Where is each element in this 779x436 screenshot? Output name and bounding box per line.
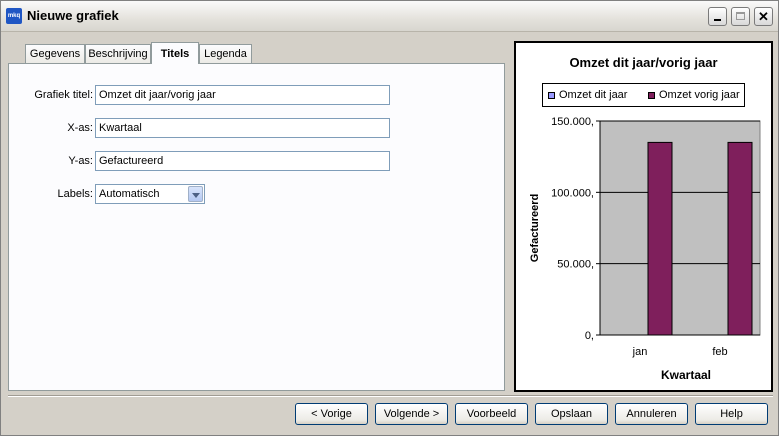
xaxis-label: X-as:: [67, 122, 93, 134]
tab-beschrijving[interactable]: Beschrijving: [85, 44, 151, 63]
dialog-window: mkq Nieuwe grafiek ✕ Gegevens Beschrijvi…: [0, 0, 779, 436]
tab-gegevens[interactable]: Gegevens: [25, 44, 85, 63]
x-tick-label: feb: [712, 346, 727, 358]
chart-title-input[interactable]: Omzet dit jaar/vorig jaar: [95, 85, 390, 105]
xaxis-input[interactable]: Kwartaal: [95, 118, 390, 138]
chevron-down-icon[interactable]: [188, 186, 203, 202]
titels-panel: Grafiek titel: Omzet dit jaar/vorig jaar…: [8, 63, 505, 391]
chart-title-label: Grafiek titel:: [34, 89, 93, 101]
tab-titels[interactable]: Titels: [151, 42, 199, 64]
y-tick-label: 0,: [585, 330, 594, 342]
maximize-icon: [736, 12, 745, 20]
app-icon: mkq: [6, 8, 22, 24]
y-tick-label: 150.000,: [551, 116, 594, 128]
chart-preview: Omzet dit jaar/vorig jaar Omzet dit jaar…: [514, 41, 773, 392]
help-button[interactable]: Help: [695, 403, 768, 425]
preview-button[interactable]: Voorbeeld: [455, 403, 528, 425]
y-axis-title: Gefactureerd: [529, 194, 541, 262]
cancel-button[interactable]: Annuleren: [615, 403, 688, 425]
bar-jan-series-2: [647, 141, 673, 336]
yaxis-input[interactable]: Gefactureerd: [95, 151, 390, 171]
tab-legenda[interactable]: Legenda: [199, 44, 252, 63]
close-icon: ✕: [758, 9, 769, 24]
next-button[interactable]: Volgende >: [375, 403, 448, 425]
title-bar[interactable]: mkq Nieuwe grafiek ✕: [1, 1, 778, 32]
yaxis-label: Y-as:: [68, 155, 93, 167]
window-title: Nieuwe grafiek: [27, 8, 119, 23]
y-tick-label: 50.000,: [557, 259, 594, 271]
labels-select-value: Automatisch: [99, 188, 160, 200]
x-tick-label: jan: [632, 346, 648, 358]
prev-button[interactable]: < Vorige: [295, 403, 368, 425]
x-axis-title: Kwartaal: [661, 368, 711, 382]
labels-select[interactable]: Automatisch: [95, 184, 205, 204]
maximize-button[interactable]: [731, 7, 750, 26]
minimize-icon: [714, 19, 721, 21]
bar-feb-series-2: [727, 141, 753, 336]
bar-chart: 0, 50.000, 100.000, 150.000, jan febKwartaal G…: [529, 116, 761, 382]
minimize-button[interactable]: [708, 7, 727, 26]
labels-label: Labels:: [57, 188, 93, 200]
save-button[interactable]: Opslaan: [535, 403, 608, 425]
close-button[interactable]: ✕: [754, 7, 773, 26]
button-separator: [8, 395, 773, 397]
y-tick-label: 100.000,: [551, 187, 594, 199]
